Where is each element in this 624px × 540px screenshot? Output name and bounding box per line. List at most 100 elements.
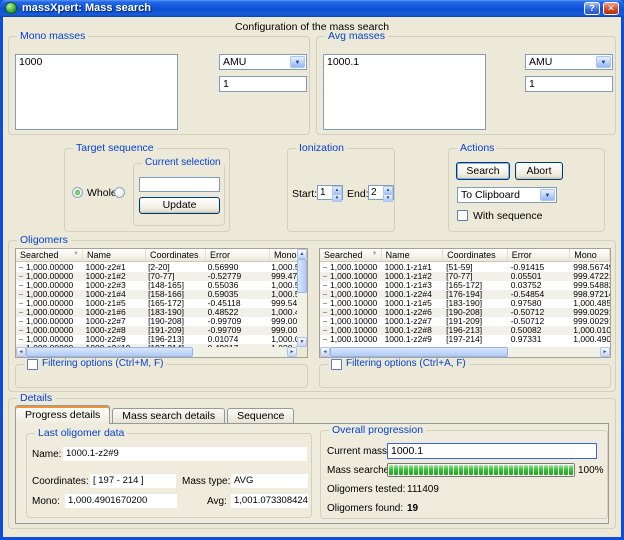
table-row[interactable]: 1,000.100001000.1-z1#1[51-59]-0.91415998… [320,263,610,272]
spin-down-icon[interactable]: ▼ [332,194,342,202]
table-row[interactable]: 1,000.100001000.1-z2#8[196-213]0.500821,… [320,326,610,335]
column-header-name[interactable]: Name [382,249,444,261]
avg-unit-select[interactable]: AMU ▼ [525,54,613,70]
tree-branch-icon [323,321,327,322]
destination-select[interactable]: To Clipboard ▼ [457,187,557,203]
column-header-error[interactable]: Error [508,249,571,261]
end-spinner[interactable]: 2 ▲ ▼ [368,185,394,200]
tab-mass-search-details[interactable]: Mass search details [112,408,225,424]
tree-branch-icon [323,285,327,286]
table-row[interactable]: 1,000.100001000.1-z2#7[191-209]-0.507129… [320,317,610,326]
tree-branch-icon [323,276,327,277]
spin-up-icon[interactable]: ▲ [383,186,393,194]
scroll-down-icon[interactable]: ▼ [297,337,307,347]
oligomer-table-avg[interactable]: Searched▼NameCoordinatesErrorMono 1,000.1… [319,248,611,358]
tab-sequence[interactable]: Sequence [227,408,294,424]
with-sequence-label: With sequence [473,210,542,222]
avg-masses-label: Avg masses [325,30,388,42]
last-oligomer-label: Last oligomer data [35,427,127,439]
help-button[interactable]: ? [584,2,600,15]
column-header-coordinates[interactable]: Coordinates [146,249,206,261]
table-header: Searched▼NameCoordinatesErrorMono [16,249,307,262]
chevron-down-icon[interactable]: ▼ [290,56,305,68]
tree-branch-icon [19,276,23,277]
column-header-mono[interactable]: Mono [570,249,610,261]
table-row[interactable]: 1,000.000001000-z2#8[191-209]-0.99709999… [16,326,297,335]
spin-down-icon[interactable]: ▼ [383,194,393,202]
coordinates-label: Coordinates: [32,476,89,487]
scrollbar-thumb[interactable] [26,347,193,357]
table-row[interactable]: 1,000.100001000.1-z1#5[183-190]0.975801,… [320,299,610,308]
mono-value: 1,000.4901670200 [65,494,177,508]
titlebar[interactable]: massXpert: Mass search ? ✕ [0,0,624,17]
table-row[interactable]: 1,000.100001000.1-z2#6[190-208]-0.507129… [320,308,610,317]
close-button[interactable]: ✕ [603,2,619,15]
overall-progression-label: Overall progression [329,424,426,436]
whole-radio[interactable] [72,187,83,198]
abort-button[interactable]: Abort [515,162,563,180]
scrollbar-thumb[interactable] [297,259,307,293]
scroll-right-icon[interactable]: ► [600,347,610,357]
current-mass-input[interactable] [387,443,597,459]
table-row[interactable]: 1,000.100001000.1-z1#3[165-172]0.0375299… [320,281,610,290]
sort-indicator-icon: ▼ [372,251,378,257]
mono-tolerance-input[interactable] [219,76,307,92]
progress-segment [544,465,548,475]
table-row[interactable]: 1,000.100001000.1-z2#9[197-214]0.973311,… [320,335,610,344]
scroll-left-icon[interactable]: ◄ [320,347,330,357]
column-header-error[interactable]: Error [206,249,270,261]
details-group: Details Progress details Mass search det… [8,398,616,529]
current-selection-input[interactable] [139,177,220,192]
tab-progress-details[interactable]: Progress details [15,405,110,424]
mono-unit-select[interactable]: AMU ▼ [219,54,307,70]
column-header-name[interactable]: Name [83,249,146,261]
table-row[interactable]: 1,000.000001000-z1#2[70-77]-0.52779999.4… [16,272,297,281]
oligomer-table-mono[interactable]: Searched▼NameCoordinatesErrorMono1,000.0… [15,248,308,358]
avg-masses-input[interactable]: 1000.1 [323,54,486,130]
horizontal-scrollbar[interactable]: ◄► [320,347,610,357]
scroll-right-icon[interactable]: ► [287,347,297,357]
column-header-searched[interactable]: Searched▼ [16,249,83,261]
table-row[interactable]: 1,000.000001000-z2#7[190-208]-0.99709999… [16,317,297,326]
oligomers-tested-value: 111409 [407,484,439,495]
search-button[interactable]: Search [456,162,510,180]
details-tabbar: Progress details Mass search details Seq… [15,404,296,424]
selection-radio[interactable] [114,187,125,198]
oligomers-label: Oligomers [17,234,71,246]
column-header-searched[interactable]: Searched▼ [320,249,382,261]
start-spinner[interactable]: 1 ▲ ▼ [317,185,343,200]
table-row[interactable]: 1,000.000001000-z2#1[2-20]0.569901,000.5… [16,263,297,272]
scroll-left-icon[interactable]: ◄ [16,347,26,357]
with-sequence-checkbox[interactable] [457,210,468,221]
table-row[interactable]: 1,000.000001000-z1#6[183-190]0.485221,00… [16,308,297,317]
table-row[interactable]: 1,000.100001000.1-z1#2[70-77]0.05501999.… [320,272,610,281]
filter-mono-checkbox[interactable] [27,359,38,370]
avg-tolerance-input[interactable] [525,76,613,92]
table-row[interactable]: 1,000.100001000.1-z2#4[176-194]-0.548549… [320,290,610,299]
scroll-up-icon[interactable]: ▲ [297,249,307,259]
horizontal-scrollbar[interactable]: ◄► [16,347,297,357]
tree-branch-icon [19,312,23,313]
progress-segment [424,465,428,475]
filter-avg-label: Filtering options (Ctrl+A, F) [346,358,466,370]
table-row[interactable]: 1,000.000001000-z2#9[196-213]0.010741,00… [16,335,297,344]
chevron-down-icon[interactable]: ▼ [596,56,611,68]
filter-avg-checkbox[interactable] [331,359,342,370]
actions-label: Actions [457,142,497,154]
chevron-down-icon[interactable]: ▼ [540,189,555,201]
tree-branch-icon [19,294,23,295]
spin-up-icon[interactable]: ▲ [332,186,342,194]
progress-segment [559,465,563,475]
tree-branch-icon [323,294,327,295]
table-row[interactable]: 1,000.000001000-z1#5[165-172]-0.45118999… [16,299,297,308]
table-row[interactable]: 1,000.000001000-z2#3[148-165]0.550361,00… [16,281,297,290]
column-header-mono[interactable]: Mono [270,249,299,261]
mono-masses-input[interactable]: 1000 [15,54,178,130]
scrollbar-thumb[interactable] [330,347,508,357]
column-header-coordinates[interactable]: Coordinates [443,249,508,261]
table-row[interactable]: 1,000.000001000-z1#4[158-166]0.590351,00… [16,290,297,299]
tree-branch-icon [19,321,23,322]
update-button[interactable]: Update [139,197,220,214]
current-selection-group: Current selection Update [133,163,225,226]
vertical-scrollbar[interactable]: ▲▼ [297,249,307,347]
